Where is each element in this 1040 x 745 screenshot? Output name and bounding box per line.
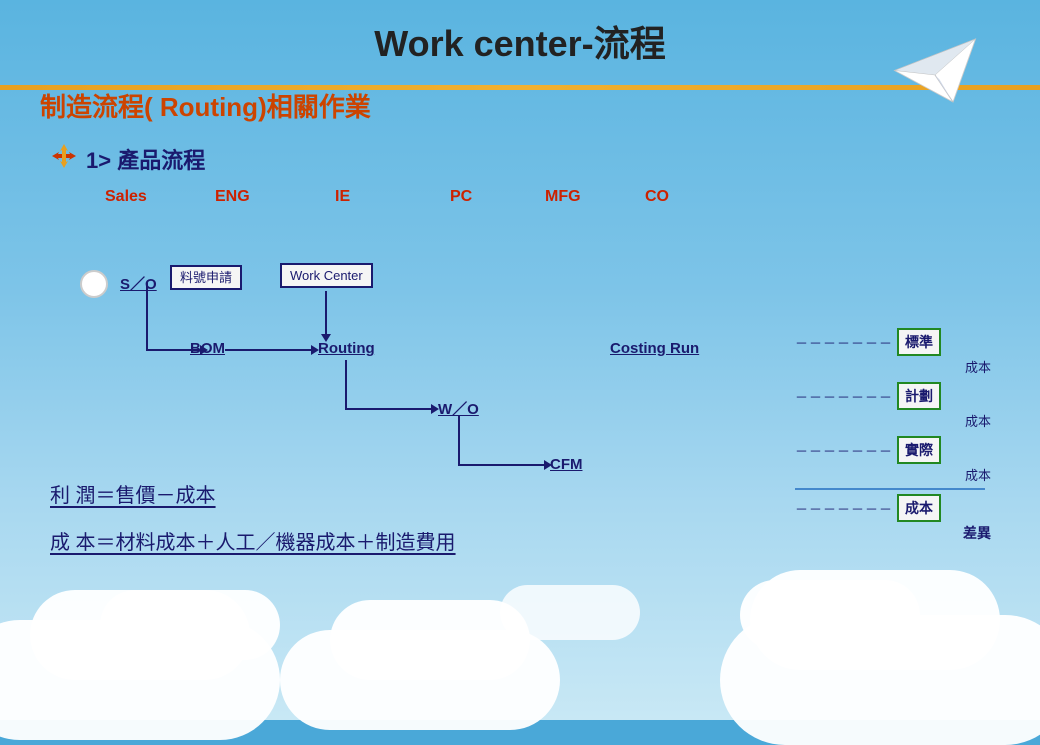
col-pc: PC bbox=[450, 188, 545, 206]
cfm-label: CFM bbox=[550, 456, 583, 473]
dashes-diff: －－－－－－－ bbox=[795, 499, 893, 518]
standard-sub: 成本 bbox=[795, 357, 995, 376]
column-headers: Sales ENG IE PC MFG CO bbox=[105, 188, 725, 206]
col-eng: ENG bbox=[215, 188, 335, 206]
arrow-so-v bbox=[146, 283, 148, 351]
plan-sub: 成本 bbox=[795, 411, 995, 430]
arrow-routing-v bbox=[345, 360, 347, 410]
col-sales: Sales bbox=[105, 188, 215, 206]
dashes-standard: －－－－－－－ bbox=[795, 333, 893, 352]
plan-label: 計劃 bbox=[897, 382, 941, 410]
cost-actual-row: －－－－－－－ 實際 bbox=[795, 436, 995, 464]
arrow-routing-h bbox=[345, 408, 435, 410]
product-flow-icon bbox=[50, 142, 78, 176]
arrowhead-bom bbox=[200, 345, 208, 355]
actual-sub: 成本 bbox=[795, 465, 995, 484]
node-costing-run: Costing Run bbox=[610, 340, 699, 358]
so-label: S／O bbox=[120, 276, 157, 293]
cost-formula: 成 本＝材料成本＋人工／機器成本＋制造費用 bbox=[50, 526, 456, 555]
dashes-actual: －－－－－－－ bbox=[795, 441, 893, 460]
arrow-bom-routing bbox=[225, 349, 315, 351]
standard-label: 標準 bbox=[897, 328, 941, 356]
node-so: S／O bbox=[120, 273, 157, 294]
section-title: 制造流程( Routing)相關作業 bbox=[40, 92, 371, 122]
costing-run-label: Costing Run bbox=[610, 340, 699, 357]
col-co: CO bbox=[645, 188, 725, 206]
col-ie: IE bbox=[335, 188, 450, 206]
node-routing: Routing bbox=[318, 340, 375, 358]
section-header: 制造流程( Routing)相關作業 bbox=[40, 87, 1010, 124]
main-content: Work center-流程 制造流程( Routing)相關作業 1> 產品流… bbox=[0, 0, 1040, 720]
product-flow-text: 1> 產品流程 bbox=[86, 143, 205, 175]
page-title: Work center-流程 bbox=[30, 15, 1010, 67]
material-request-label: 料號申請 bbox=[170, 265, 242, 290]
bullet-circle bbox=[80, 270, 108, 298]
arrow-wo-h bbox=[458, 464, 548, 466]
cost-diff-row: －－－－－－－ 成本 bbox=[795, 494, 995, 522]
node-material-request: 料號申請 bbox=[170, 267, 242, 287]
arrow-wc-bom bbox=[325, 291, 327, 336]
cost-standard-row: －－－－－－－ 標準 bbox=[795, 328, 995, 356]
cost-section: －－－－－－－ 標準 成本 －－－－－－－ 計劃 成本 －－－－－－－ 實際 成… bbox=[795, 328, 995, 543]
diff-sub: 差異 bbox=[795, 523, 995, 543]
cost-plan-row: －－－－－－－ 計劃 bbox=[795, 382, 995, 410]
title-zh: 流程 bbox=[594, 23, 666, 64]
node-cfm: CFM bbox=[550, 456, 583, 474]
profit-formula: 利 潤＝售價－成本 bbox=[50, 479, 456, 508]
flow-diagram: Sales ENG IE PC MFG CO S／O 料號申請 Work Cen… bbox=[50, 188, 1000, 498]
cost-separator-line bbox=[795, 488, 985, 490]
product-flow-header: 1> 產品流程 bbox=[50, 142, 1010, 176]
routing-label: Routing bbox=[318, 340, 375, 357]
actual-label: 實際 bbox=[897, 436, 941, 464]
diff-label: 成本 bbox=[897, 494, 941, 522]
dashes-plan: －－－－－－－ bbox=[795, 387, 893, 406]
col-mfg: MFG bbox=[545, 188, 645, 206]
work-center-label: Work Center bbox=[280, 263, 373, 288]
node-work-center: Work Center bbox=[280, 267, 373, 285]
title-en: Work center- bbox=[374, 23, 593, 64]
arrow-wo-v bbox=[458, 416, 460, 466]
formula-section: 利 潤＝售價－成本 成 本＝材料成本＋人工／機器成本＋制造費用 bbox=[50, 479, 456, 555]
arrow-so-h bbox=[146, 349, 204, 351]
